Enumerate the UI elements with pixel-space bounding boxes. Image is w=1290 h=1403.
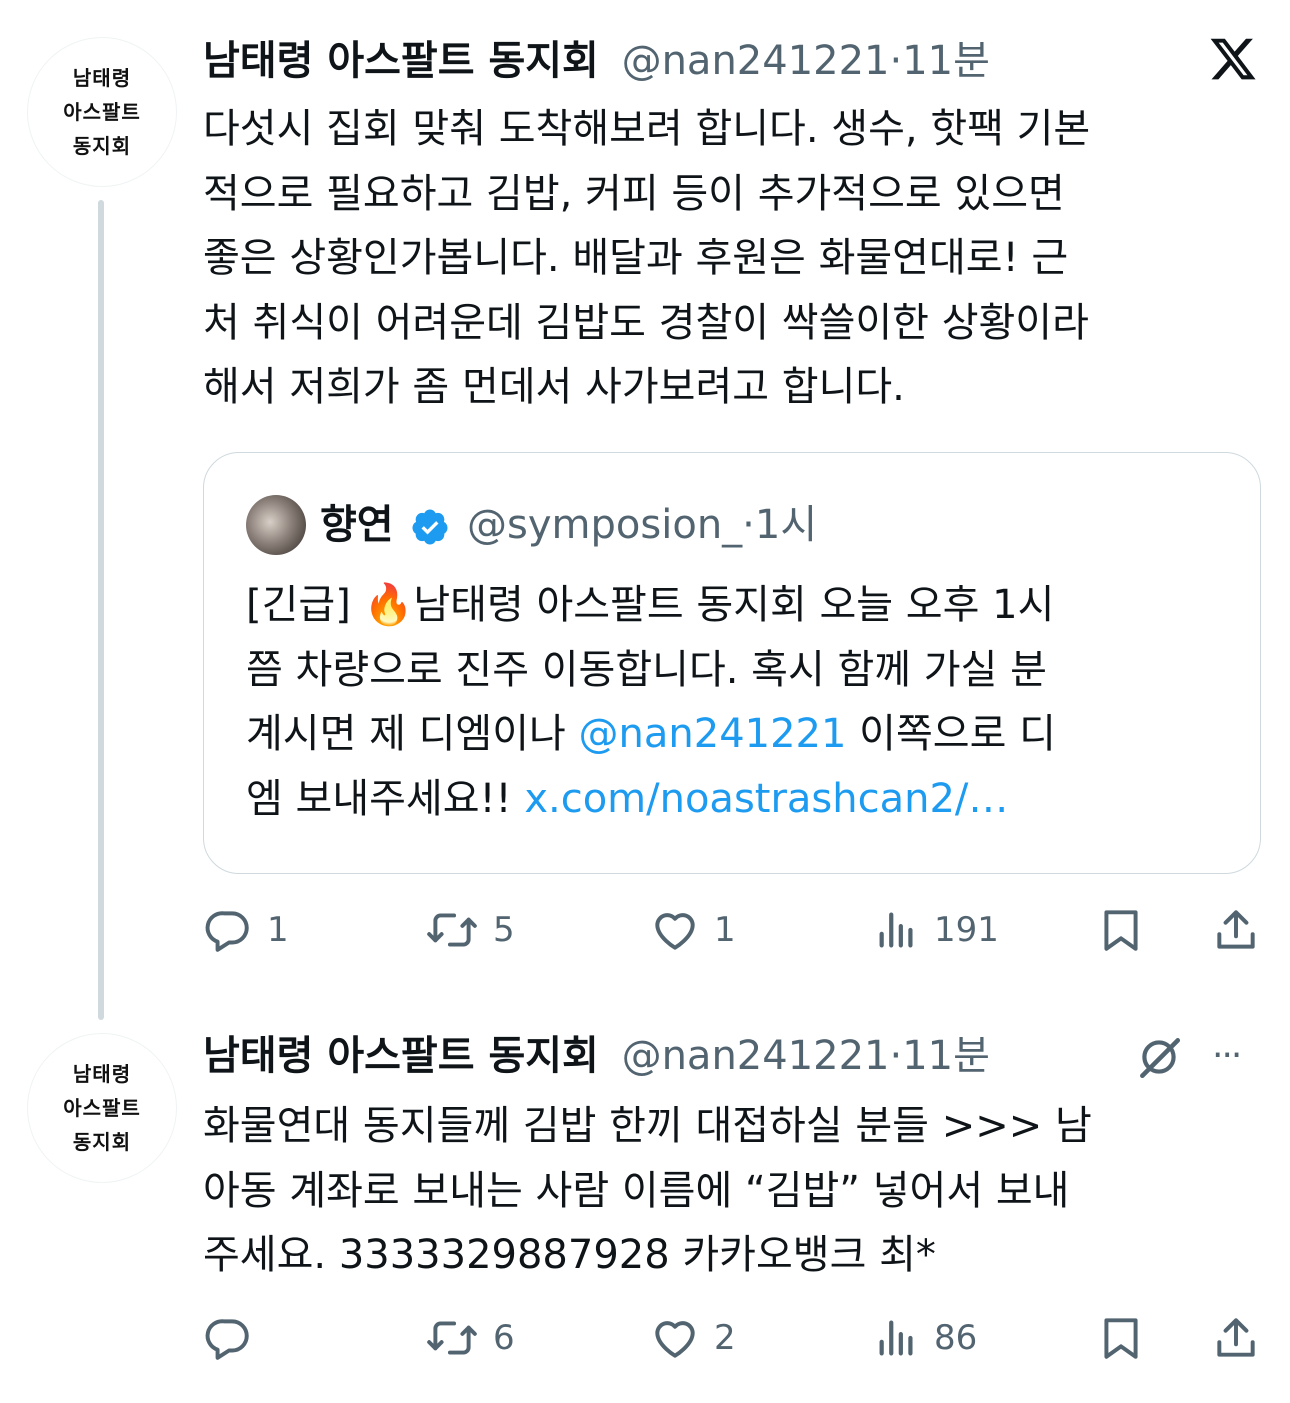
tweet-text-line: 다섯시 집회 맞춰 도착해보려 합니다. 생수, 핫팩 기본 <box>203 106 1091 152</box>
avatar-text-line: 아스팔트 <box>63 1096 141 1120</box>
quoted-display-name[interactable]: 향연 <box>320 502 394 548</box>
quoted-text-segment: 이쪽으로 디 <box>846 711 1056 757</box>
x-logo-icon[interactable] <box>1208 34 1258 84</box>
display-name[interactable]: 남태령 아스팔트 동지회 <box>203 38 599 84</box>
retweet-icon <box>427 913 477 947</box>
display-name[interactable]: 남태령 아스팔트 동지회 <box>203 1033 599 1079</box>
quoted-text-segment: 엠 보내주세요!! <box>246 775 525 822</box>
avatar[interactable]: 남태령 아스팔트 동지회 <box>27 1033 177 1183</box>
retweet-button[interactable]: 6 <box>425 1313 515 1363</box>
like-count: 1 <box>714 910 736 950</box>
share-icon[interactable] <box>1211 1313 1261 1363</box>
tweet-header: 남태령 아스팔트 동지회 @nan241221·11분 <box>203 36 990 86</box>
handle[interactable]: @nan241221 <box>622 1033 890 1079</box>
tweet-text-line: 해서 저희가 좀 먼데서 사가보려고 합니다. <box>203 364 905 410</box>
quoted-text-segment: 남태령 아스팔트 동지회 오늘 오후 1시 <box>413 582 1055 628</box>
quoted-avatar[interactable] <box>246 495 306 555</box>
tweet-text-line: 좋은 상황인가봅니다. 배달과 후원은 화물연대로! 근 <box>203 235 1069 281</box>
reply-button[interactable]: 1 <box>203 905 289 955</box>
avatar-text-line: 남태령 <box>72 66 132 90</box>
quoted-text: [긴급] 🔥남태령 아스팔트 동지회 오늘 오후 1시 쯤 차량으로 진주 이동… <box>246 573 1246 831</box>
like-button[interactable]: 1 <box>650 905 736 955</box>
quoted-text-segment: [긴급] <box>246 582 364 628</box>
avatar-text-line: 남태령 <box>72 1062 132 1086</box>
reply-icon <box>205 1319 249 1360</box>
fire-emoji: 🔥 <box>363 582 414 628</box>
like-count: 2 <box>714 1318 736 1358</box>
views-button[interactable]: 191 <box>874 905 999 955</box>
tweet-text-line: 주세요. 3333329887928 카카오뱅크 최* <box>203 1232 936 1278</box>
timestamp[interactable]: 11분 <box>902 1033 990 1079</box>
url-link[interactable]: x.com/noastrashcan2/… <box>524 776 1008 822</box>
quoted-tweet[interactable]: 향연 @symposion_·1시 [긴급] 🔥남태령 아스팔트 동지회 오늘 … <box>203 452 1261 874</box>
avatar-text-line: 동지회 <box>72 134 132 158</box>
dot-separator: · <box>889 38 903 84</box>
quoted-handle[interactable]: @symposion_ <box>467 502 742 548</box>
quoted-text-line: 쯤 차량으로 진주 이동합니다. 혹시 함께 가실 분 <box>246 646 1047 693</box>
timestamp[interactable]: 11분 <box>902 38 990 84</box>
tweet-text: 다섯시 집회 맞춰 도착해보려 합니다. 생수, 핫팩 기본 적으로 필요하고 … <box>203 97 1263 420</box>
avatar-text-line: 동지회 <box>72 1130 132 1154</box>
quoted-text-line: 계시면 제 디엠이나 @nan241221 이쪽으로 디 <box>246 702 1246 767</box>
bookmark-icon[interactable] <box>1096 905 1146 955</box>
bookmark-icon[interactable] <box>1096 1313 1146 1363</box>
like-icon <box>655 1321 695 1358</box>
quoted-text-line: 엠 보내주세요!! x.com/noastrashcan2/… <box>246 767 1246 832</box>
reply-icon <box>205 911 249 952</box>
reply-count: 1 <box>267 910 289 950</box>
tweet-text-line: 아동 계좌로 보내는 사람 이름에 “김밥” 넣어서 보내 <box>203 1167 1070 1214</box>
grok-icon[interactable] <box>1134 1032 1184 1082</box>
mention-link[interactable]: @nan241221 <box>579 711 847 757</box>
retweet-icon <box>427 1321 477 1355</box>
views-icon <box>879 1320 913 1356</box>
avatar[interactable]: 남태령 아스팔트 동지회 <box>27 37 177 187</box>
views-button[interactable]: 86 <box>874 1313 977 1363</box>
tweet-text-line: 적으로 필요하고 김밥, 커피 등이 추가적으로 있으면 <box>203 170 1065 217</box>
retweet-button[interactable]: 5 <box>425 905 515 955</box>
share-icon[interactable] <box>1211 905 1261 955</box>
like-icon <box>655 913 695 950</box>
dot-separator: · <box>742 502 755 548</box>
views-count: 86 <box>934 1318 978 1358</box>
retweet-count: 5 <box>493 910 515 950</box>
reply-button[interactable] <box>203 1313 267 1363</box>
quoted-header: 향연 @symposion_·1시 <box>320 500 817 550</box>
quoted-text-segment: 계시면 제 디엠이나 <box>246 711 579 757</box>
dot-separator: · <box>889 1033 903 1079</box>
tweet-header: 남태령 아스팔트 동지회 @nan241221·11분 <box>203 1031 990 1081</box>
tweet-text: 화물연대 동지들께 김밥 한끼 대접하실 분들 >>> 남 아동 계좌로 보내는… <box>203 1094 1263 1288</box>
retweet-count: 6 <box>493 1318 515 1358</box>
views-count: 191 <box>934 910 999 950</box>
tweet-text-line: 화물연대 동지들께 김밥 한끼 대접하실 분들 >>> 남 <box>203 1103 1092 1149</box>
quoted-text-line: [긴급] 🔥남태령 아스팔트 동지회 오늘 오후 1시 <box>246 573 1246 638</box>
handle[interactable]: @nan241221 <box>622 38 890 84</box>
avatar-text-line: 아스팔트 <box>63 100 141 124</box>
like-button[interactable]: 2 <box>650 1313 736 1363</box>
quoted-timestamp[interactable]: 1시 <box>755 502 817 548</box>
more-icon[interactable]: ··· <box>1212 1035 1242 1076</box>
tweet-text-line: 처 취식이 어려운데 김밥도 경찰이 싹쓸이한 상황이라 <box>203 299 1089 346</box>
thread-connector <box>98 200 104 1020</box>
verified-icon <box>412 509 448 545</box>
views-icon <box>879 912 913 948</box>
